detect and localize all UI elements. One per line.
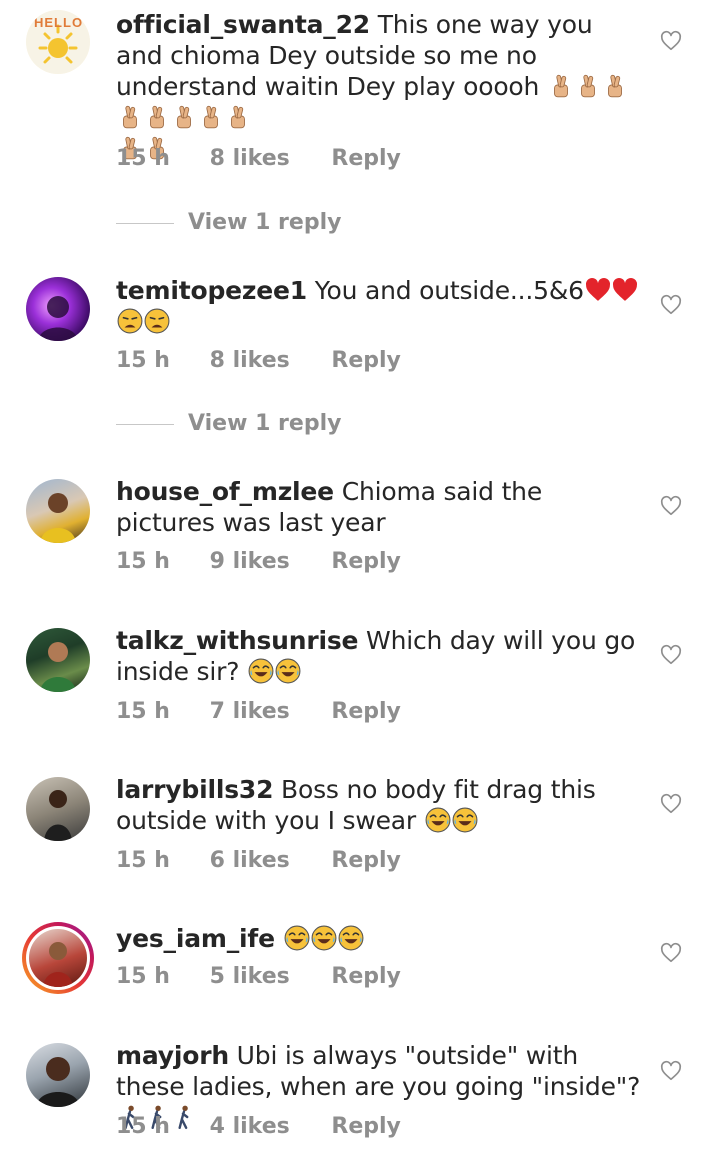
avatar[interactable]	[26, 628, 90, 692]
avatar[interactable]	[26, 277, 90, 341]
heart-outline-icon[interactable]	[660, 294, 682, 316]
heart-outline-icon[interactable]	[660, 793, 682, 815]
reply-button[interactable]: Reply	[331, 964, 401, 989]
view-replies-button[interactable]: View 1 reply	[116, 210, 341, 235]
comment-likes[interactable]: 5 likes	[210, 964, 290, 989]
comment-text: yes_iam_ife	[116, 923, 646, 954]
weary-face-emoji-icon	[117, 308, 143, 334]
weary-face-emoji-icon	[144, 308, 170, 334]
avatar[interactable]	[26, 777, 90, 841]
fingers-crossed-emoji-icon	[553, 74, 568, 98]
heart-outline-icon[interactable]	[660, 1060, 682, 1082]
view-replies-button[interactable]: View 1 reply	[116, 411, 341, 436]
comment-text: house_of_mzlee Chioma said the pictures …	[116, 476, 646, 538]
comment-meta: 15 h 8 likes Reply	[116, 348, 401, 373]
comment-timestamp: 15 h	[116, 699, 170, 724]
heart-outline-icon[interactable]	[660, 942, 682, 964]
fingers-crossed-emoji-icon	[231, 105, 245, 129]
person-photo-icon	[36, 1057, 80, 1107]
comment-meta: 15 h 4 likes Reply	[116, 1114, 401, 1139]
avatar-story-ring[interactable]	[22, 922, 94, 994]
comment-likes[interactable]: 8 likes	[210, 146, 290, 171]
tears-of-joy-emoji-icon	[248, 658, 274, 684]
comment-meta: 15 h 5 likes Reply	[116, 964, 401, 989]
comment-username[interactable]: temitopezee1	[116, 276, 307, 305]
comment-username[interactable]: house_of_mzlee	[116, 477, 334, 506]
comment-likes[interactable]: 6 likes	[210, 848, 290, 873]
tears-of-joy-emoji-icon	[338, 925, 364, 951]
comment-body: You and outside...5&6	[314, 276, 584, 305]
person-photo-icon	[44, 790, 72, 841]
fingers-crossed-emoji-icon	[204, 105, 218, 129]
fingers-crossed-emoji-icon	[177, 105, 191, 129]
avatar	[29, 929, 87, 987]
comment-text: talkz_withsunrise Which day will you go …	[116, 625, 646, 687]
person-silhouette-icon	[38, 296, 78, 341]
comment-username[interactable]: larrybills32	[116, 775, 273, 804]
heart-outline-icon[interactable]	[660, 495, 682, 517]
fingers-crossed-emoji-icon	[150, 105, 164, 129]
view-replies-label: View 1 reply	[188, 411, 342, 436]
fingers-crossed-emoji-icon	[607, 74, 622, 98]
reply-button[interactable]: Reply	[331, 1114, 401, 1139]
comment-timestamp: 15 h	[116, 848, 170, 873]
comment-likes[interactable]: 8 likes	[210, 348, 290, 373]
reply-button[interactable]: Reply	[331, 848, 401, 873]
comment-text: official_swanta_22 This one way you and …	[116, 9, 646, 164]
comment-likes[interactable]: 7 likes	[210, 699, 290, 724]
comment-timestamp: 15 h	[116, 549, 170, 574]
fingers-crossed-emoji-icon	[580, 74, 595, 98]
person-photo-icon	[40, 642, 76, 692]
divider	[116, 222, 174, 224]
person-photo-icon	[40, 493, 76, 543]
reply-button[interactable]: Reply	[331, 549, 401, 574]
comment-meta: 15 h 8 likes Reply	[116, 146, 401, 171]
comment-timestamp: 15 h	[116, 146, 170, 171]
red-heart-icon	[585, 277, 610, 301]
avatar[interactable]	[26, 1043, 90, 1107]
avatar[interactable]: HELLO	[26, 10, 90, 74]
comment-meta: 15 h 7 likes Reply	[116, 699, 401, 724]
avatar-ring-gap	[26, 926, 90, 990]
comment-meta: 15 h 9 likes Reply	[116, 549, 401, 574]
heart-outline-icon[interactable]	[660, 30, 682, 52]
comment-text: temitopezee1 You and outside...5&6	[116, 275, 646, 337]
divider	[116, 423, 174, 425]
comment-meta: 15 h 6 likes Reply	[116, 848, 401, 873]
tears-of-joy-emoji-icon	[284, 925, 310, 951]
comment-username[interactable]: yes_iam_ife	[116, 924, 275, 953]
fingers-crossed-emoji-icon	[123, 105, 137, 129]
comment-timestamp: 15 h	[116, 964, 170, 989]
comment-text: larrybills32 Boss no body fit drag this …	[116, 774, 646, 836]
tears-of-joy-emoji-icon	[311, 925, 337, 951]
comment-username[interactable]: official_swanta_22	[116, 10, 370, 39]
view-replies-label: View 1 reply	[188, 210, 342, 235]
comment-likes[interactable]: 9 likes	[210, 549, 290, 574]
comment-username[interactable]: talkz_withsunrise	[116, 626, 358, 655]
red-heart-icon	[612, 277, 637, 301]
avatar-label: HELLO	[34, 15, 84, 30]
tears-of-joy-emoji-icon	[425, 807, 451, 833]
person-photo-icon	[43, 942, 73, 987]
comment-timestamp: 15 h	[116, 1114, 170, 1139]
avatar[interactable]	[26, 479, 90, 543]
comment-username[interactable]: mayjorh	[116, 1041, 229, 1070]
reply-button[interactable]: Reply	[331, 699, 401, 724]
tears-of-joy-emoji-icon	[452, 807, 478, 833]
comment-likes[interactable]: 4 likes	[210, 1114, 290, 1139]
comment-timestamp: 15 h	[116, 348, 170, 373]
reply-button[interactable]: Reply	[331, 348, 401, 373]
reply-button[interactable]: Reply	[331, 146, 401, 171]
heart-outline-icon[interactable]	[660, 644, 682, 666]
tears-of-joy-emoji-icon	[275, 658, 301, 684]
